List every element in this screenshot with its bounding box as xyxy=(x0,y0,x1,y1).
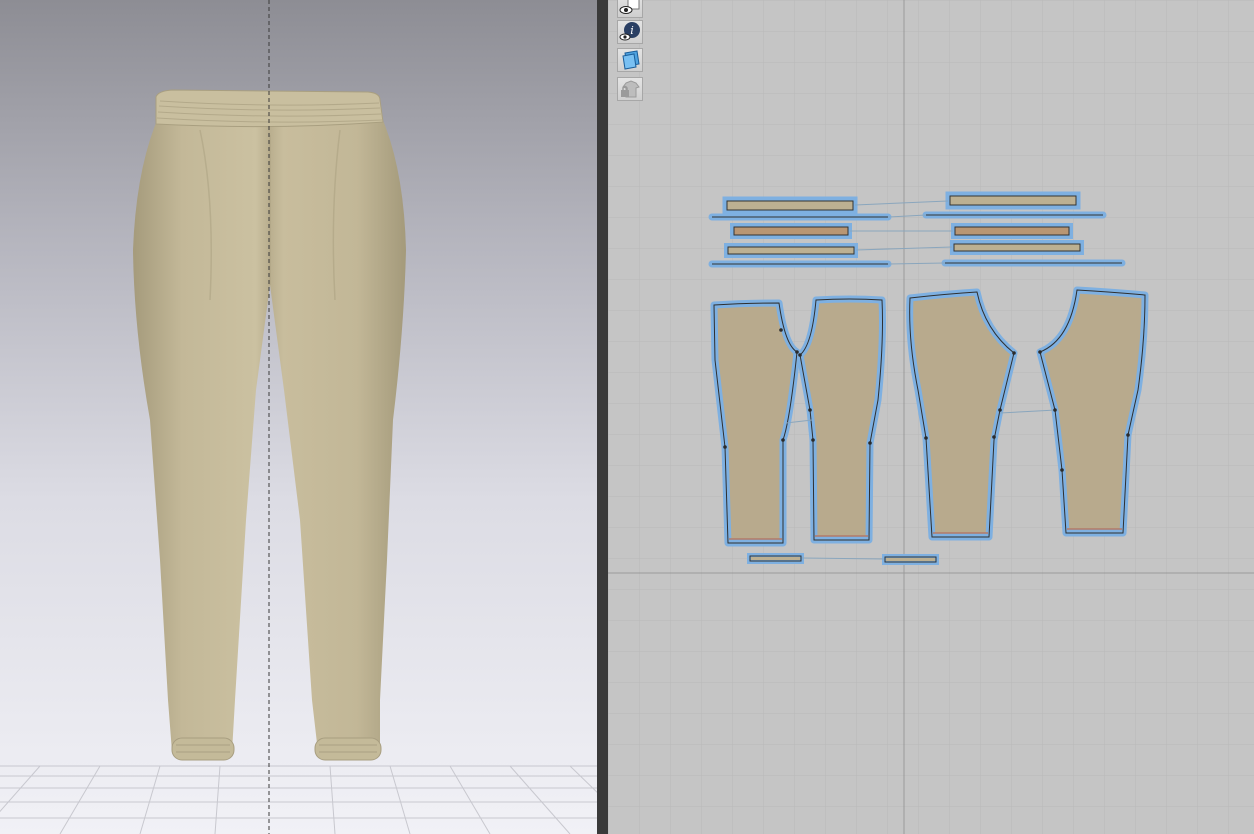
viewport-2d-pattern[interactable] xyxy=(608,0,1254,834)
floor-grid xyxy=(0,765,597,834)
eye-shirt-icon xyxy=(619,0,640,14)
lock-garment-icon xyxy=(621,80,640,98)
show-info-button[interactable]: i xyxy=(617,20,643,44)
pant-leg-pieces[interactable] xyxy=(710,286,1149,547)
svg-text:i: i xyxy=(630,24,634,37)
viewport-3d[interactable] xyxy=(0,0,597,834)
show-pattern-button[interactable] xyxy=(617,0,643,18)
eye-texture-icon xyxy=(622,50,640,70)
show-texture-button[interactable] xyxy=(617,48,643,72)
eye-info-icon: i xyxy=(619,22,640,41)
lock-pattern-button[interactable] xyxy=(617,77,643,101)
viewport-divider[interactable] xyxy=(597,0,608,834)
